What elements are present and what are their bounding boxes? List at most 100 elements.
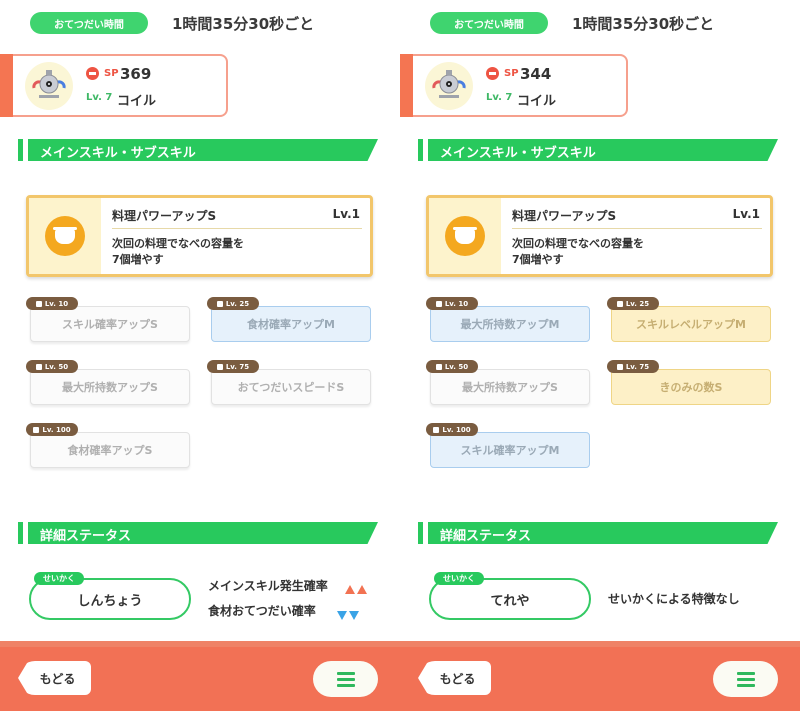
pokemon-level: Lv. 7	[86, 92, 113, 103]
back-button[interactable]: もどる	[18, 661, 91, 695]
main-skill-description: 次回の料理でなべの容量を 7個増やす	[512, 236, 644, 268]
sub-skill-unlock-level: Lv. 75	[607, 360, 659, 373]
section-title: メインスキル・サブスキル	[440, 146, 596, 161]
lock-icon	[616, 300, 623, 307]
main-skill-description: 次回の料理でなべの容量を 7個増やす	[112, 236, 244, 268]
sp-label: SP	[104, 68, 119, 79]
main-skill-icon-area	[29, 198, 101, 274]
main-skill-level: Lv.1	[732, 207, 760, 221]
back-button[interactable]: もどる	[418, 661, 491, 695]
sub-skill-level-text: Lv. 100	[42, 425, 71, 434]
main-skill-card[interactable]: 料理パワーアップS Lv.1 次回の料理でなべの容量を 7個増やす	[26, 195, 373, 277]
pot-icon	[45, 216, 85, 256]
sub-skill-unlock-level: Lv. 100	[26, 423, 78, 436]
menu-icon[interactable]	[313, 661, 378, 697]
sub-skill-slot[interactable]: 最大所持数アップM Lv. 10	[426, 297, 590, 342]
main-skill-level: Lv.1	[332, 207, 360, 221]
pot-icon	[445, 216, 485, 256]
sub-skill-name: 最大所持数アップM	[430, 306, 590, 342]
sub-skill-name: 食材確率アップS	[30, 432, 190, 468]
sub-skill-slot[interactable]: スキル確率アップM Lv. 100	[426, 423, 590, 468]
help-time-label: おてつだい時間	[30, 12, 148, 34]
section-stub	[418, 522, 423, 544]
divider	[512, 228, 762, 229]
pokemon-name: コイル	[517, 94, 557, 109]
magnemite-icon	[425, 62, 473, 110]
main-skill-desc-line: 7個増やす	[112, 253, 164, 266]
section-stub	[18, 139, 23, 161]
sub-skill-slot[interactable]: 食材確率アップM Lv. 25	[207, 297, 371, 342]
lock-icon	[616, 363, 623, 370]
sub-skill-level-text: Lv. 50	[444, 362, 469, 371]
sub-skill-level-text: Lv. 100	[442, 425, 471, 434]
sub-skill-slot[interactable]: きのみの数S Lv. 75	[607, 360, 771, 405]
main-skill-desc-line: 7個増やす	[512, 253, 564, 266]
sub-skill-slot[interactable]: スキル確率アップS Lv. 10	[26, 297, 190, 342]
skill-panel-right: おてつだい時間 1時間35分30秒ごと SP 344 Lv. 7 コイル メイン…	[400, 0, 800, 711]
pokemon-card-accent	[400, 54, 413, 117]
sp-value: 369	[120, 65, 152, 83]
sub-skill-name: きのみの数S	[611, 369, 771, 405]
sub-skill-level-text: Lv. 10	[444, 299, 469, 308]
magnemite-icon	[25, 62, 73, 110]
sub-skill-name: 最大所持数アップS	[30, 369, 190, 405]
nature-down-text: 食材おてつだい確率	[208, 604, 316, 618]
section-stub	[18, 522, 23, 544]
lock-icon	[435, 363, 442, 370]
status-section-header: 詳細ステータス	[418, 522, 778, 544]
sp-value: 344	[520, 65, 552, 83]
skills-section-header: メインスキル・サブスキル	[418, 139, 778, 161]
sub-skill-level-text: Lv. 75	[225, 362, 250, 371]
main-skill-name: 料理パワーアップS	[512, 209, 617, 223]
sub-skill-unlock-level: Lv. 25	[607, 297, 659, 310]
main-skill-card[interactable]: 料理パワーアップS Lv.1 次回の料理でなべの容量を 7個増やす	[426, 195, 773, 277]
sub-skill-unlock-level: Lv. 50	[426, 360, 478, 373]
sub-skill-slot[interactable]: 食材確率アップS Lv. 100	[26, 423, 190, 468]
main-skill-name: 料理パワーアップS	[112, 209, 217, 223]
sub-skill-level-text: Lv. 25	[625, 299, 650, 308]
sub-skill-slot[interactable]: 最大所持数アップS Lv. 50	[426, 360, 590, 405]
section-title: メインスキル・サブスキル	[40, 146, 196, 161]
sub-skill-name: スキルレベルアップM	[611, 306, 771, 342]
main-skill-desc-line: 次回の料理でなべの容量を	[112, 237, 244, 250]
section-title: 詳細ステータス	[440, 529, 532, 544]
help-time-value: 1時間35分30秒ごと	[172, 15, 315, 33]
sp-icon	[486, 67, 499, 80]
pokemon-card-accent	[0, 54, 13, 117]
menu-icon[interactable]	[713, 661, 778, 697]
sub-skill-unlock-level: Lv. 10	[426, 297, 478, 310]
sub-skill-unlock-level: Lv. 75	[207, 360, 259, 373]
skills-section-header: メインスキル・サブスキル	[18, 139, 378, 161]
main-skill-icon-area	[429, 198, 501, 274]
sub-skill-slot[interactable]: スキルレベルアップM Lv. 25	[607, 297, 771, 342]
sub-skill-level-text: Lv. 50	[44, 362, 69, 371]
divider	[112, 228, 362, 229]
lock-icon	[433, 426, 440, 433]
lock-icon	[216, 300, 223, 307]
section-stub	[418, 139, 423, 161]
sub-skill-name: 最大所持数アップS	[430, 369, 590, 405]
help-time-value: 1時間35分30秒ごと	[572, 15, 715, 33]
nature-label: せいかく	[34, 572, 84, 585]
sub-skill-slot[interactable]: 最大所持数アップS Lv. 50	[26, 360, 190, 405]
sub-skill-slot[interactable]: おてつだいスピードS Lv. 75	[207, 360, 371, 405]
nature-none-text: せいかくによる特徴なし	[608, 592, 740, 606]
sp-icon	[86, 67, 99, 80]
skill-panel-left: おてつだい時間 1時間35分30秒ごと SP 369 Lv. 7 コイル メイン…	[0, 0, 400, 711]
section-title: 詳細ステータス	[40, 529, 132, 544]
sub-skill-unlock-level: Lv. 25	[207, 297, 259, 310]
sub-skill-name: スキル確率アップM	[430, 432, 590, 468]
sub-skill-unlock-level: Lv. 100	[426, 423, 478, 436]
pokemon-level: Lv. 7	[486, 92, 513, 103]
lock-icon	[216, 363, 223, 370]
sub-skill-level-text: Lv. 75	[625, 362, 650, 371]
decrease-arrows-icon	[335, 605, 359, 624]
nature-up-text: メインスキル発生確率	[208, 579, 328, 593]
lock-icon	[33, 426, 40, 433]
lock-icon	[435, 300, 442, 307]
sub-skill-unlock-level: Lv. 50	[26, 360, 78, 373]
lock-icon	[35, 300, 42, 307]
sub-skill-unlock-level: Lv. 10	[26, 297, 78, 310]
sub-skill-name: 食材確率アップM	[211, 306, 371, 342]
sp-label: SP	[504, 68, 519, 79]
